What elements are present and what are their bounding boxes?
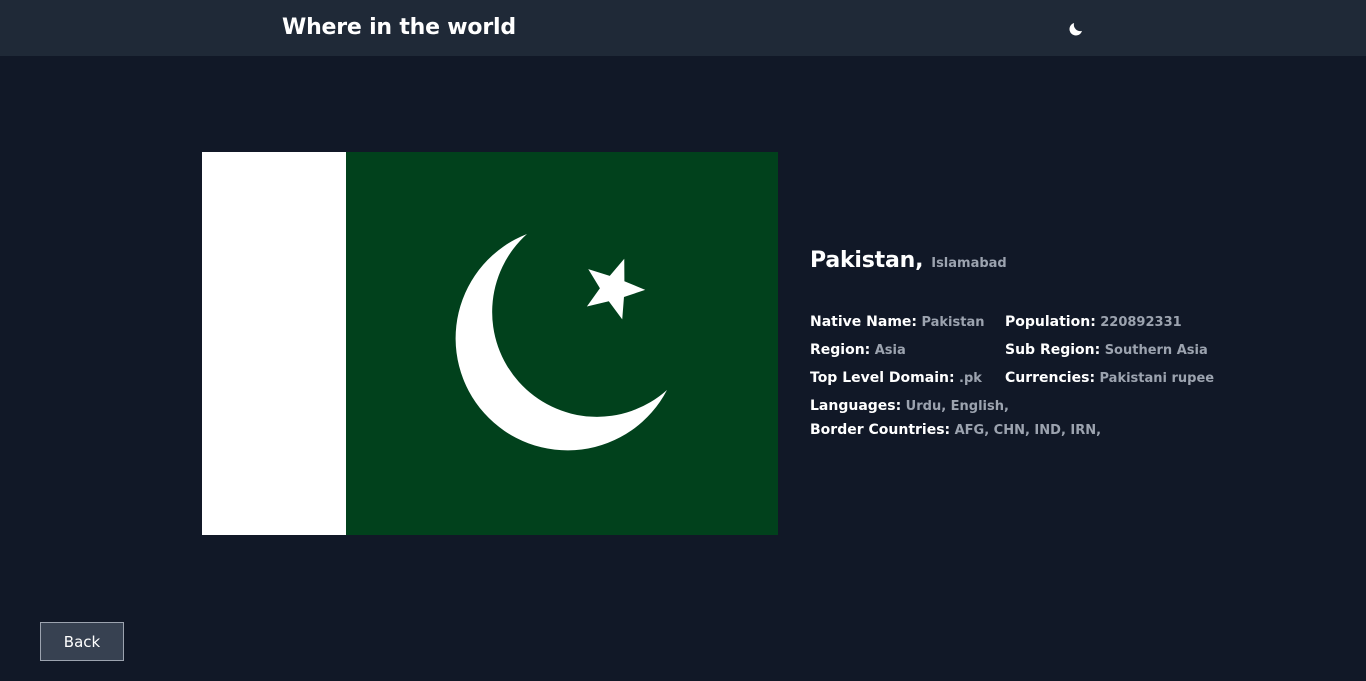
country-details: Pakistan, Islamabad Native Name: Pakista… — [810, 248, 1240, 438]
flag-white-hoist — [202, 152, 346, 535]
population-row: Population: 220892331 — [1005, 312, 1182, 333]
native-name-value: Pakistan — [921, 315, 985, 330]
currencies-label: Currencies: — [1005, 370, 1096, 386]
languages-value: Urdu, English, — [905, 399, 1009, 414]
currencies-value: Pakistani rupee — [1099, 371, 1215, 386]
population-value: 220892331 — [1100, 315, 1182, 330]
border-countries-value: AFG, CHN, IND, IRN, — [954, 423, 1102, 438]
tld-value: .pk — [959, 371, 982, 386]
border-countries-row: Border Countries: AFG, CHN, IND, IRN, — [810, 420, 1101, 441]
country-name: Pakistan, — [810, 248, 924, 273]
border-countries-label: Border Countries: — [810, 422, 951, 438]
theme-toggle-button[interactable] — [1064, 17, 1088, 41]
languages-row: Languages: Urdu, English, — [810, 396, 1009, 417]
languages-label: Languages: — [810, 398, 902, 414]
region-label: Region: — [810, 342, 871, 358]
sub-region-row: Sub Region: Southern Asia — [1005, 340, 1208, 361]
pakistan-flag-image — [202, 152, 778, 535]
sub-region-label: Sub Region: — [1005, 342, 1101, 358]
native-name-label: Native Name: — [810, 314, 917, 330]
currencies-row: Currencies: Pakistani rupee — [1005, 368, 1214, 389]
country-flag — [202, 152, 778, 535]
country-capital: Islamabad — [931, 256, 1007, 271]
sub-region-value: Southern Asia — [1104, 343, 1208, 358]
back-button[interactable]: Back — [40, 622, 124, 661]
native-name-row: Native Name: Pakistan — [810, 312, 985, 333]
region-row: Region: Asia — [810, 340, 906, 361]
moon-icon — [1069, 23, 1082, 36]
region-value: Asia — [874, 343, 906, 358]
tld-row: Top Level Domain: .pk — [810, 368, 982, 389]
app-header: Where in the world — [0, 0, 1366, 56]
country-heading: Pakistan, Islamabad — [810, 248, 1240, 278]
app-title: Where in the world — [282, 15, 516, 40]
tld-label: Top Level Domain: — [810, 370, 955, 386]
population-label: Population: — [1005, 314, 1096, 330]
